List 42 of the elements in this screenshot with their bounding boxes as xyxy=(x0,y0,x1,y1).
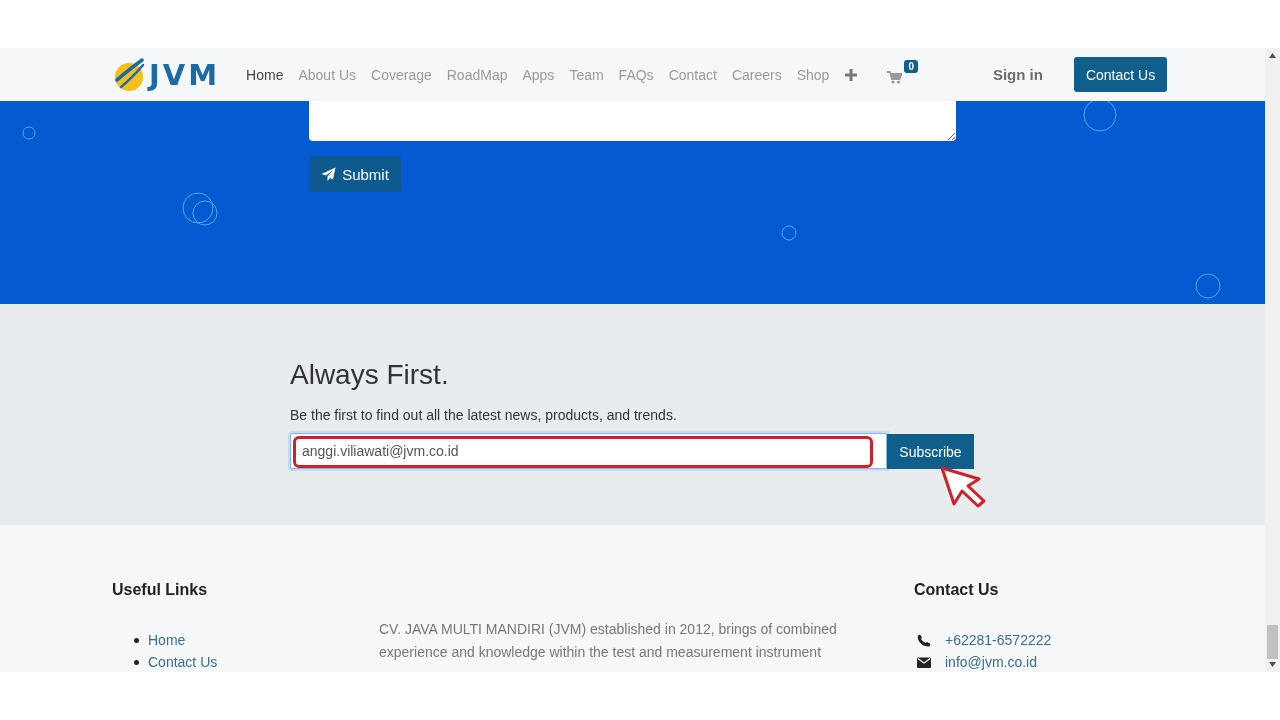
bullet-icon xyxy=(134,637,139,643)
ring-icon xyxy=(1195,273,1221,299)
ring-icon xyxy=(1083,101,1117,132)
nav-link[interactable]: Coverage xyxy=(371,66,432,83)
useful-links-heading: Useful Links xyxy=(112,580,209,600)
phone-link[interactable]: +62281-6572222 xyxy=(945,632,1052,648)
nav-link[interactable]: Team xyxy=(569,66,604,83)
ring-icon xyxy=(22,126,36,140)
submit-button[interactable]: Submit xyxy=(309,156,401,192)
cart-count-badge: 0 xyxy=(904,60,918,73)
email-link[interactable]: info@jvm.co.id xyxy=(945,654,1038,670)
ring-icon xyxy=(192,200,218,226)
newsletter-title: Always First. xyxy=(290,358,450,392)
contact-heading: Contact Us xyxy=(914,580,1000,600)
sign-in-link[interactable]: Sign in xyxy=(992,66,1043,83)
cart-icon[interactable] xyxy=(887,71,903,84)
about-paragraph: CV. JAVA MULTI MANDIRI (JVM) established in 2012, brings of combined experience and knowledge within the test and measurement instrument xyxy=(379,620,838,662)
subscribe-button[interactable]: Subscribe xyxy=(887,434,974,469)
scroll-up-icon[interactable] xyxy=(1269,53,1276,58)
contact-us-button[interactable]: Contact Us xyxy=(1073,57,1168,92)
nav-link[interactable]: RoadMap xyxy=(446,66,508,83)
paper-plane-icon xyxy=(321,166,337,182)
logo-text[interactable]: JVM xyxy=(149,58,221,91)
plus-icon[interactable] xyxy=(845,68,858,81)
ring-icon xyxy=(182,192,214,224)
ring-icon xyxy=(781,225,797,241)
nav-link[interactable]: Shop xyxy=(796,66,830,83)
newsletter-subtitle: Be the first to find out all the latest news, products, and trends. xyxy=(290,406,678,424)
nav-link[interactable]: Home xyxy=(246,66,284,83)
footer-link[interactable]: Home xyxy=(148,632,186,648)
footer-link[interactable]: Contact Us xyxy=(148,654,218,670)
nav-link[interactable]: FAQs xyxy=(618,66,654,83)
phone-icon xyxy=(917,633,931,647)
nav-link[interactable]: Apps xyxy=(522,66,555,83)
nav-link[interactable]: Contact xyxy=(668,66,717,83)
nav-link[interactable]: About Us xyxy=(298,66,357,83)
logo-icon[interactable] xyxy=(112,57,146,92)
bullet-icon xyxy=(134,659,139,665)
scroll-down-icon[interactable] xyxy=(1269,662,1276,667)
nav-link[interactable]: Careers xyxy=(731,66,782,83)
envelope-icon xyxy=(917,655,931,669)
scrollbar-thumb[interactable] xyxy=(1267,625,1278,659)
